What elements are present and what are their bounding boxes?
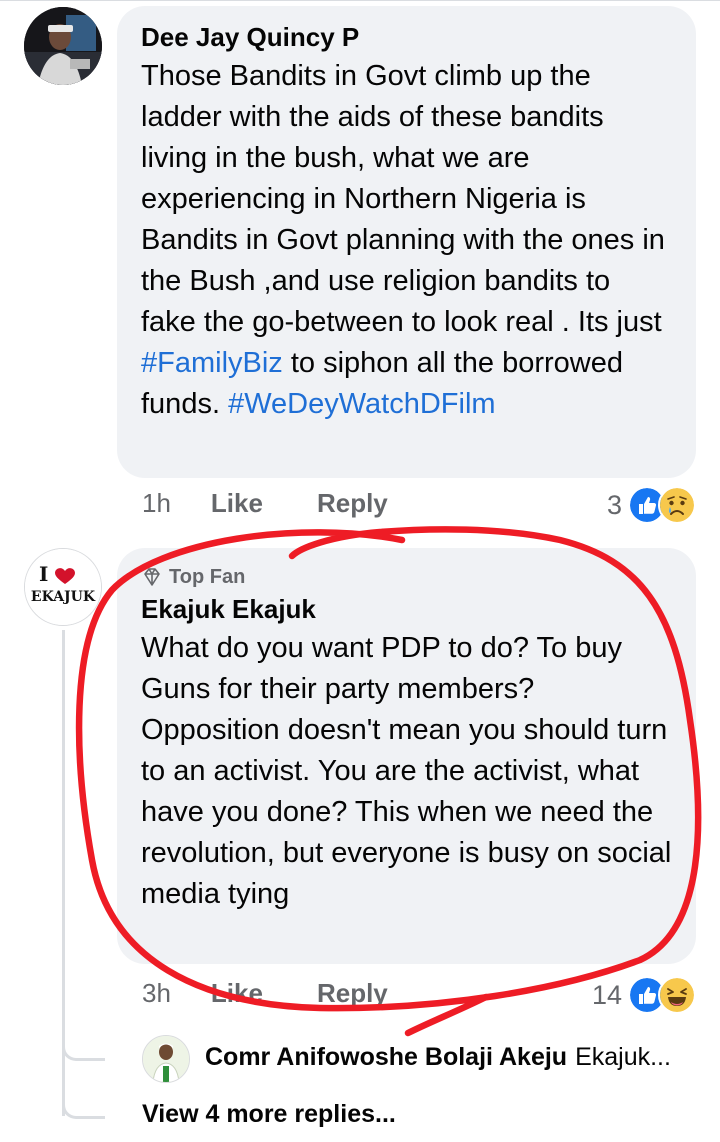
- like-button[interactable]: Like: [211, 978, 263, 1009]
- i-love-ekajuk-logo-icon: I EKAJUK: [25, 549, 101, 625]
- reaction-summary[interactable]: 14: [592, 976, 696, 1014]
- avatar[interactable]: I EKAJUK: [24, 548, 102, 626]
- comment-text: Those Bandits in Govt climb up the ladde…: [141, 56, 672, 425]
- top-fan-badge: Top Fan: [141, 566, 672, 588]
- like-button[interactable]: Like: [211, 488, 263, 519]
- reaction-summary[interactable]: 3: [607, 486, 696, 524]
- reaction-count: 14: [591, 979, 622, 1010]
- avatar[interactable]: [24, 7, 102, 85]
- hashtag-link[interactable]: #WeDeyWatchDFilm: [228, 388, 496, 420]
- comment-actions: 3h Like Reply: [142, 978, 388, 1009]
- comment-text-part: Those Bandits in Govt climb up the ladde…: [141, 60, 665, 338]
- svg-text:EKAJUK: EKAJUK: [31, 589, 96, 605]
- reply-button[interactable]: Reply: [317, 978, 388, 1009]
- comment-author[interactable]: Dee Jay Quincy P: [141, 22, 672, 52]
- sad-reaction-icon: [658, 486, 696, 524]
- reply-snippet: Ekajuk...: [575, 1043, 671, 1071]
- reply-author[interactable]: Comr Anifowoshe Bolaji Akeju: [205, 1043, 567, 1071]
- diamond-icon: [144, 568, 160, 586]
- comment-time[interactable]: 3h: [142, 978, 171, 1009]
- svg-text:I: I: [39, 562, 48, 586]
- avatar[interactable]: [142, 1035, 190, 1083]
- thread-connector: [62, 1030, 105, 1061]
- top-divider: [0, 0, 720, 1]
- reply-preview[interactable]: Comr Anifowoshe Bolaji Akeju Ekajuk...: [205, 1043, 695, 1072]
- thread-connector: [62, 1090, 105, 1119]
- reply-button[interactable]: Reply: [317, 488, 388, 519]
- user-photo-icon: [24, 7, 102, 85]
- hashtag-link[interactable]: #FamilyBiz: [141, 347, 283, 379]
- comment-author[interactable]: Ekajuk Ekajuk: [141, 594, 672, 624]
- view-more-replies-link[interactable]: View 4 more replies...: [142, 1100, 396, 1129]
- comment-actions: 1h Like Reply: [142, 488, 388, 519]
- user-photo-icon: [143, 1036, 189, 1082]
- comment-bubble: Top Fan Ekajuk Ekajuk What do you want P…: [117, 548, 696, 964]
- haha-reaction-icon: [658, 976, 696, 1014]
- badge-label: Top Fan: [169, 566, 246, 588]
- reaction-count: 3: [606, 489, 622, 520]
- comment-text: What do you want PDP to do? To buy Guns …: [141, 632, 672, 910]
- comment-bubble: Dee Jay Quincy P Those Bandits in Govt c…: [117, 6, 696, 478]
- comment-time[interactable]: 1h: [142, 488, 171, 519]
